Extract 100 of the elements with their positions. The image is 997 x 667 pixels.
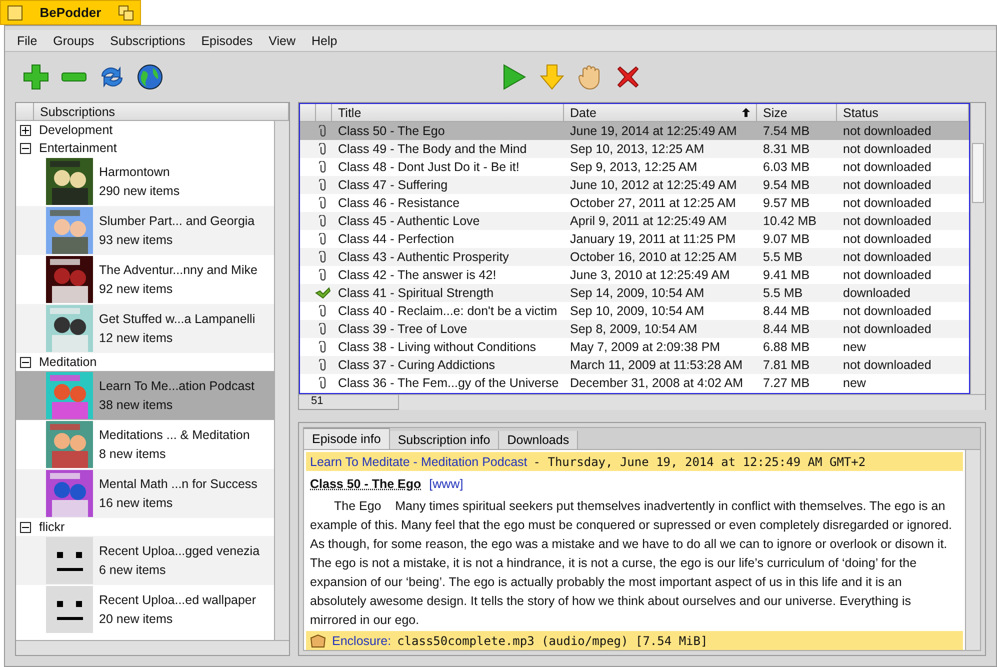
subscription-title: Learn To Me...ation Podcast	[99, 379, 254, 393]
episode-row[interactable]: Class 47 - Suffering June 10, 2012 at 12:25:49 AM 9.54 MB not downloaded	[300, 176, 969, 194]
episode-row[interactable]: Class 43 - Authentic Prosperity October 16, 2010 at 12:25 AM 5.5 MB not downloaded	[300, 248, 969, 266]
collapse-icon[interactable]	[20, 142, 31, 154]
menu-item[interactable]: Groups	[45, 34, 102, 48]
new-items-count: 8 new items	[99, 447, 167, 461]
sort-arrow-icon	[742, 108, 750, 117]
expand-icon[interactable]	[20, 124, 31, 136]
table-cell-text: new	[842, 340, 867, 354]
paperclip-icon	[319, 197, 327, 209]
paperclip-icon	[319, 377, 327, 389]
table-cell-text: not downloaded	[842, 178, 932, 192]
vertical-scrollbar[interactable]	[965, 450, 980, 650]
table-cell-text: Class 43 - Authentic Prosperity	[337, 250, 510, 264]
tab[interactable]: Downloads	[499, 431, 578, 449]
group-name: Development	[39, 123, 113, 137]
tab[interactable]: Episode info	[304, 428, 390, 449]
group-name: Entertainment	[39, 141, 117, 155]
placeholder-image-icon	[46, 537, 93, 584]
episode-row[interactable]: Class 45 - Authentic Love April 9, 2011 at 12:25:49 AM 10.42 MB not downloaded	[300, 212, 969, 230]
table-cell-text: not downloaded	[842, 196, 932, 210]
check-icon	[315, 287, 331, 299]
paperclip-icon	[319, 161, 327, 173]
table-cell-text: 7.27 MB	[762, 376, 811, 390]
table-cell-text: downloaded	[842, 286, 912, 300]
table-cell-text: new	[842, 376, 867, 390]
column-header[interactable]: Title	[338, 106, 362, 120]
column-header[interactable]: Date	[570, 106, 596, 120]
column-header[interactable]: Status	[843, 106, 878, 120]
table-cell-text: not downloaded	[842, 124, 932, 138]
podcast-link[interactable]: Learn To Meditate - Meditation Podcast	[310, 454, 528, 468]
table-cell-text: 7.81 MB	[762, 358, 811, 372]
paperclip-icon	[319, 269, 327, 281]
table-cell-text: January 19, 2011 at 11:25 PM	[569, 232, 737, 246]
window-title: BePodder	[40, 5, 102, 20]
collapse-icon[interactable]	[20, 522, 31, 532]
hand-icon	[578, 64, 602, 90]
table-cell-text: not downloaded	[842, 214, 932, 228]
episode-row[interactable]: Class 37 - Curing Addictions March 11, 2009 at 11:53:28 AM 7.81 MB not downloaded	[300, 356, 969, 374]
table-cell-text: not downloaded	[842, 160, 932, 174]
table-cell-text: Class 37 - Curing Addictions	[337, 358, 496, 372]
horizontal-scrollbar[interactable]	[16, 640, 289, 655]
episode-row[interactable]: Class 49 - The Body and the Mind Sep 10, 2013, 12:25 AM 8.31 MB not downloaded	[300, 140, 969, 158]
column-header[interactable]: Size	[763, 106, 788, 120]
table-cell-text: 6.88 MB	[762, 340, 811, 354]
table-cell-text: June 3, 2010 at 12:25:49 AM	[569, 268, 731, 282]
subscription-item[interactable]: Get Stuffed w...a Lampanelli 12 new items	[16, 304, 274, 353]
table-cell-text: Class 50 - The Ego	[337, 124, 446, 138]
tab[interactable]: Subscription info	[390, 431, 500, 449]
menu-item[interactable]: File	[9, 34, 46, 48]
table-cell-text: Sep 14, 2009, 10:54 AM	[569, 286, 706, 300]
episode-title: Class 50 - The Ego	[310, 477, 422, 491]
column-header[interactable]: Subscriptions	[40, 104, 116, 118]
table-cell-text: March 11, 2009 at 11:53:28 AM	[569, 358, 744, 372]
down-arrow-icon	[540, 64, 564, 90]
remove-icon	[61, 72, 87, 82]
table-cell-text: not downloaded	[842, 142, 932, 156]
enclosure-link[interactable]: Enclosure:	[332, 634, 392, 648]
episode-row[interactable]: Class 39 - Tree of Love Sep 8, 2009, 10:54 AM 8.44 MB not downloaded	[300, 320, 969, 338]
menu-item[interactable]: Episodes	[193, 34, 261, 48]
web-link[interactable]: [www]	[429, 477, 464, 491]
episode-row[interactable]: Class 50 - The Ego June 19, 2014 at 12:25:49 AM 7.54 MB not downloaded	[300, 122, 969, 140]
paperclip-icon	[319, 215, 327, 227]
subscription-title: Slumber Part... and Georgia	[99, 214, 255, 228]
new-items-count: 6 new items	[99, 563, 167, 577]
table-cell-text: June 10, 2012 at 12:25:49 AM	[569, 178, 738, 192]
play-icon	[502, 64, 526, 90]
new-items-count: 20 new items	[99, 612, 174, 626]
new-items-count: 38 new items	[99, 398, 174, 412]
table-cell-text: Class 46 - Resistance	[337, 196, 461, 210]
menu-item[interactable]: Help	[304, 34, 346, 48]
paperclip-icon	[319, 359, 327, 371]
new-items-count: 92 new items	[99, 282, 174, 296]
subscription-item[interactable]: Mental Math ...n for Success 16 new items	[16, 469, 274, 518]
table-cell-text: Class 36 - The Fem...gy of the Universe	[337, 376, 560, 390]
table-cell-text: Sep 9, 2013, 12:25 AM	[569, 160, 698, 174]
group-name: Meditation	[39, 355, 97, 369]
episode-row[interactable]: Class 41 - Spiritual Strength Sep 14, 2009, 10:54 AM 5.5 MB downloaded	[300, 284, 969, 302]
paperclip-icon	[319, 143, 327, 155]
table-cell-text: 6.03 MB	[762, 160, 811, 174]
vertical-scrollbar[interactable]	[970, 103, 985, 394]
table-cell-text: 5.5 MB	[762, 286, 804, 300]
table-cell-text: Sep 10, 2013, 12:25 AM	[569, 142, 706, 156]
subscription-item[interactable]: Slumber Part... and Georgia 93 new items	[16, 206, 274, 255]
table-cell-text: June 19, 2014 at 12:25:49 AM	[569, 124, 738, 138]
subscription-title: Get Stuffed w...a Lampanelli	[99, 312, 256, 326]
table-cell-text: Class 39 - Tree of Love	[337, 322, 468, 336]
menu-item[interactable]: Subscriptions	[102, 34, 194, 48]
table-cell-text: December 31, 2008 at 4:02 AM	[569, 376, 744, 390]
subscription-item[interactable]: Learn To Me...ation Podcast 38 new items	[16, 371, 274, 420]
table-cell-text: Class 40 - Reclaim...e: don't be a victim	[337, 304, 558, 318]
vertical-scrollbar[interactable]	[274, 121, 289, 640]
table-cell-text: not downloaded	[842, 250, 932, 264]
menu-item[interactable]: View	[260, 34, 304, 48]
toolbar-button[interactable]	[135, 62, 165, 92]
subscription-title: Recent Uploa...gged venezia	[99, 544, 260, 558]
collapse-icon[interactable]	[20, 356, 31, 368]
subscription-item[interactable]: Recent Uploa...gged venezia 6 new items	[16, 536, 274, 585]
table-cell-text: 9.54 MB	[762, 178, 811, 192]
subscription-title: Recent Uploa...ed wallpaper	[99, 593, 256, 607]
